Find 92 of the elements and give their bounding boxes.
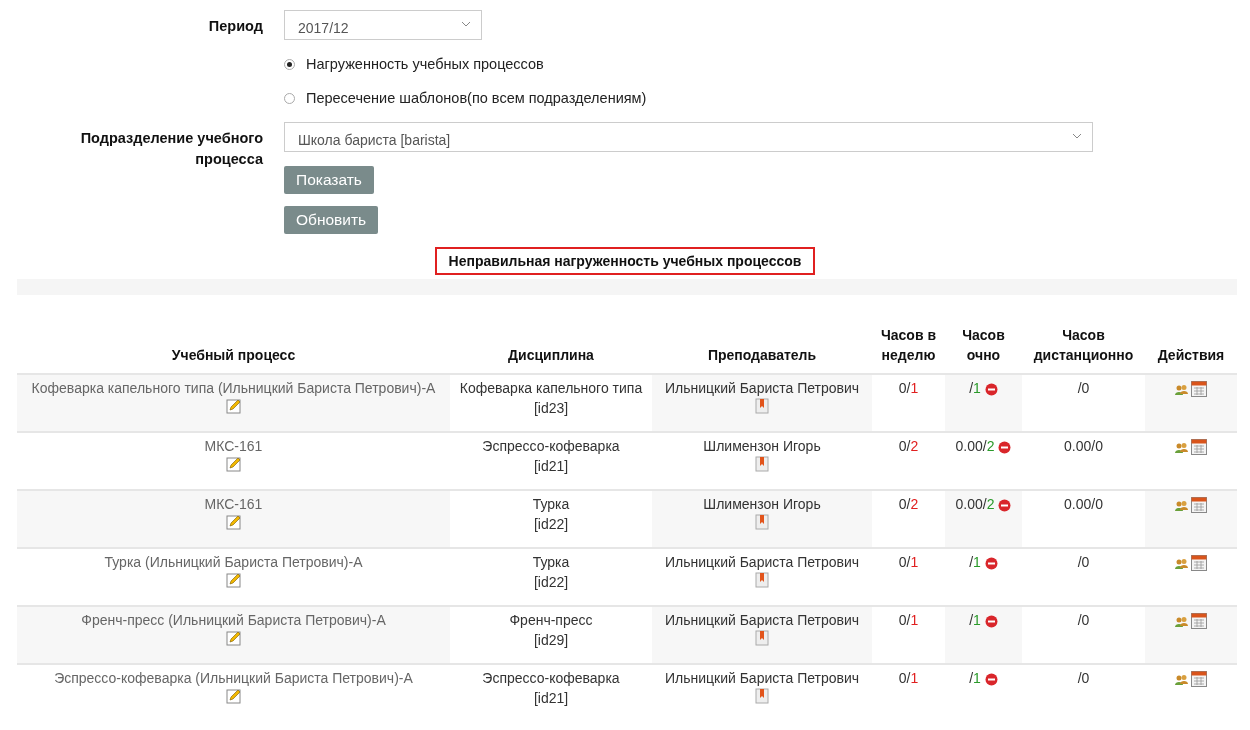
discipline-id: [id21] (533, 457, 569, 476)
report-title: Неправильная нагруженность учебных процессов (434, 247, 816, 275)
column-header: Действия (1157, 347, 1225, 363)
radio-label: Нагруженность учебных процессов (306, 56, 544, 72)
hours-value: 0/2 (898, 496, 919, 512)
process-link[interactable]: Турка (Ильницкий Бариста Петрович)-А (104, 552, 363, 572)
radio-label: Пересечение шаблонов(по всем подразделениям) (306, 90, 647, 106)
teacher-name: Шлимензон Игорь (703, 437, 821, 456)
chevron-down-icon (1072, 133, 1082, 139)
teacher-name: Ильницкий Бариста Петрович (664, 669, 860, 688)
edit-icon[interactable] (225, 688, 242, 704)
chevron-down-icon (461, 21, 471, 27)
discipline-id: [id29] (533, 631, 569, 650)
hours-value: 0/1 (898, 612, 919, 628)
column-header: Учебный процесс (171, 347, 296, 363)
hours-value: 0/1 (898, 670, 919, 686)
no-entry-icon (984, 382, 998, 396)
hours-value: 0/1 (898, 380, 919, 396)
teacher-name: Ильницкий Бариста Петрович (664, 553, 860, 572)
action-button[interactable]: Показать (284, 166, 374, 194)
users-icon[interactable] (1174, 383, 1188, 395)
book-icon[interactable] (755, 456, 769, 472)
discipline-name: Турка (532, 495, 570, 514)
book-icon[interactable] (755, 688, 769, 704)
book-icon[interactable] (755, 572, 769, 588)
calendar-icon[interactable] (1191, 671, 1208, 688)
column-header: Часов в неделю (880, 327, 937, 363)
edit-icon[interactable] (225, 456, 242, 472)
teacher-name: Ильницкий Бариста Петрович (664, 611, 860, 630)
mode-radio[interactable]: Пересечение шаблонов(по всем подразделениям) (284, 88, 647, 108)
process-link[interactable]: МКС-161 (204, 494, 263, 514)
calendar-icon[interactable] (1191, 381, 1208, 398)
action-button[interactable]: Обновить (284, 206, 379, 234)
discipline-id: [id22] (533, 573, 569, 592)
period-label: Период (207, 17, 263, 36)
no-entry-icon (998, 498, 1012, 512)
edit-icon[interactable] (225, 514, 242, 530)
no-entry-icon (984, 556, 998, 570)
radio-icon[interactable] (284, 92, 295, 104)
column-header: Преподаватель (707, 347, 817, 363)
period-select[interactable]: 2017/12 (284, 10, 482, 40)
hours-value: 0.00/2 (955, 496, 995, 512)
discipline-name: Эспрессо-кофеварка (482, 437, 620, 456)
users-icon[interactable] (1174, 499, 1188, 511)
no-entry-icon (984, 672, 998, 686)
book-icon[interactable] (755, 514, 769, 530)
discipline-name: Турка (532, 553, 570, 572)
users-icon[interactable] (1174, 557, 1188, 569)
hours-value: 0.00/0 (1064, 496, 1103, 512)
hours-value: 0.00/0 (1064, 438, 1103, 454)
teacher-name: Шлимензон Игорь (703, 495, 821, 514)
process-link[interactable]: Эспрессо-кофеварка (Ильницкий Бариста Петрович)-А (54, 668, 413, 688)
teacher-name: Ильницкий Бариста Петрович (664, 379, 860, 398)
column-header: Часов очно (962, 327, 1005, 363)
column-header: Дисциплина (508, 347, 594, 363)
no-entry-icon (984, 614, 998, 628)
unit-select[interactable]: Школа бариста [barista] (284, 122, 1093, 152)
discipline-name: Френч-пресс (509, 611, 593, 630)
mode-radio[interactable]: Нагруженность учебных процессов (284, 54, 544, 74)
users-icon[interactable] (1174, 673, 1188, 685)
hours-value: /1 (969, 554, 981, 570)
hours-value: 0.00/2 (955, 438, 995, 454)
discipline-id: [id23] (533, 399, 569, 418)
users-icon[interactable] (1174, 615, 1188, 627)
edit-icon[interactable] (225, 572, 242, 588)
process-link[interactable]: МКС-161 (204, 436, 263, 456)
discipline-id: [id22] (533, 515, 569, 534)
column-header: Часов дистанционно (1033, 327, 1134, 363)
book-icon[interactable] (755, 398, 769, 414)
discipline-name: Кофеварка капельного типа (459, 379, 643, 398)
calendar-icon[interactable] (1191, 497, 1208, 514)
unit-label: Подразделение учебного процесса (79, 129, 263, 169)
edit-icon[interactable] (225, 398, 242, 414)
hours-value: /1 (969, 670, 981, 686)
calendar-icon[interactable] (1191, 555, 1208, 572)
radio-icon[interactable] (284, 58, 295, 70)
book-icon[interactable] (755, 630, 769, 646)
discipline-name: Эспрессо-кофеварка (482, 669, 620, 688)
hours-value: 0/1 (898, 554, 919, 570)
hours-value: /0 (1077, 670, 1090, 686)
hours-value: /1 (969, 612, 981, 628)
edit-icon[interactable] (225, 630, 242, 646)
calendar-icon[interactable] (1191, 439, 1208, 456)
users-icon[interactable] (1174, 441, 1188, 453)
hours-value: /1 (969, 380, 981, 396)
hours-value: /0 (1077, 554, 1090, 570)
hours-value: 0/2 (898, 438, 919, 454)
discipline-id: [id21] (533, 689, 569, 708)
calendar-icon[interactable] (1191, 613, 1208, 630)
hours-value: /0 (1077, 612, 1090, 628)
no-entry-icon (998, 440, 1012, 454)
hours-value: /0 (1077, 380, 1090, 396)
